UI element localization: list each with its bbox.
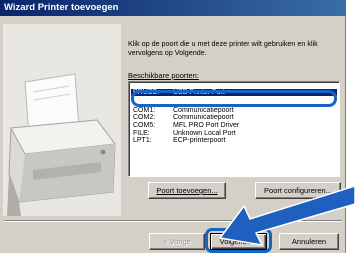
selected-port-highlight-annotation bbox=[131, 90, 337, 107]
window-title: Wizard Printer toevoegen bbox=[4, 2, 119, 13]
port-name: COM5: bbox=[133, 121, 156, 129]
port-row-lpt1[interactable]: LPT1: ECP-printerpoort bbox=[131, 137, 337, 145]
port-description: Unknown Local Port bbox=[173, 129, 236, 137]
port-name: COM1: bbox=[133, 106, 156, 114]
instruction-text: Klik op de poort die u met deze printer … bbox=[128, 39, 318, 57]
printer-illustration-icon bbox=[3, 24, 121, 216]
port-description: Communicatiepoort bbox=[173, 114, 234, 122]
port-name: FILE: bbox=[133, 129, 150, 137]
port-row-com2[interactable]: COM2: Communicatiepoort bbox=[131, 114, 337, 122]
title-bar[interactable]: Wizard Printer toevoegen bbox=[0, 0, 346, 16]
add-port-button[interactable]: Poort toevoegen... bbox=[148, 182, 226, 199]
port-row-file[interactable]: FILE: Unknown Local Port bbox=[131, 130, 337, 138]
port-row-partial-top: BRUSB: bbox=[131, 82, 337, 89]
cancel-button[interactable]: Annuleren bbox=[279, 233, 339, 250]
port-row-com5[interactable]: COM5: MFL PRO Port Driver bbox=[131, 122, 337, 130]
port-description: MFL PRO Port Driver bbox=[173, 121, 240, 129]
next-button-highlight-annotation bbox=[205, 228, 272, 253]
port-name: COM2: bbox=[133, 114, 156, 122]
port-row-com1[interactable]: COM1: Communicatiepoort bbox=[131, 107, 337, 115]
add-printer-wizard-window: Wizard Printer toevoegen Klik op de poor… bbox=[0, 0, 346, 253]
available-ports-label: Beschikbare poorten: bbox=[128, 71, 199, 80]
port-description: Communicatiepoort bbox=[173, 106, 234, 114]
port-description: ECP-printerpoort bbox=[173, 137, 226, 145]
port-name: LPT1: bbox=[133, 137, 152, 145]
back-button[interactable]: < Vorige bbox=[149, 233, 205, 250]
configure-port-button[interactable]: Poort configureren... bbox=[255, 182, 341, 199]
footer-separator bbox=[4, 220, 342, 222]
